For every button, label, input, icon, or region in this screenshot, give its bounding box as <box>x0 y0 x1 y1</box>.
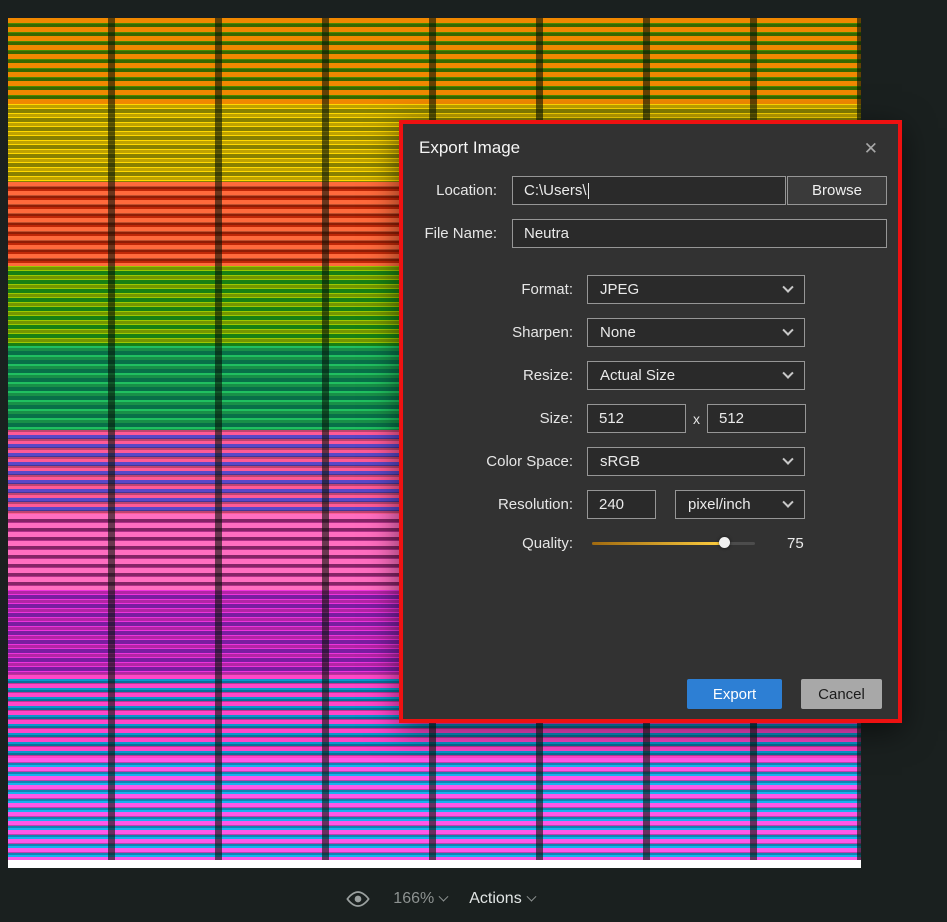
bottom-toolbar: 166% Actions <box>0 876 880 922</box>
text-caret <box>587 182 589 199</box>
file-name-input[interactable]: Neutra <box>512 219 887 248</box>
sharpen-label: Sharpen: <box>512 324 573 341</box>
export-form: Location: C:\Users\ Browse File Name: Ne… <box>403 166 898 553</box>
quality-slider[interactable] <box>592 533 755 553</box>
chevron-down-icon <box>438 891 449 902</box>
format-value: JPEG <box>600 281 640 298</box>
size-label: Size: <box>539 410 573 427</box>
dialog-buttons: Export Cancel <box>687 679 882 709</box>
color-space-value: sRGB <box>600 453 641 470</box>
resize-value: Actual Size <box>600 367 676 384</box>
format-label: Format: <box>521 281 573 298</box>
chevron-down-icon <box>782 367 794 379</box>
actions-label: Actions <box>469 890 522 907</box>
location-label: Location: <box>436 182 497 199</box>
chevron-down-icon <box>782 453 794 465</box>
close-icon[interactable]: ✕ <box>860 138 882 159</box>
zoom-control[interactable]: 166% <box>393 890 449 908</box>
resolution-label: Resolution: <box>497 496 573 513</box>
color-space-label: Color Space: <box>486 453 573 470</box>
sharpen-dropdown[interactable]: None <box>587 318 805 347</box>
zoom-level: 166% <box>393 890 435 907</box>
dialog-title: Export Image <box>419 138 521 157</box>
location-input[interactable]: C:\Users\ <box>512 176 786 205</box>
quality-label: Quality: <box>522 534 573 552</box>
export-button[interactable]: Export <box>687 679 782 709</box>
chevron-down-icon <box>782 496 794 508</box>
export-dialog: Export Image ✕ Location: C:\Users\ Brows… <box>399 120 902 723</box>
color-space-row: Color Space: sRGB <box>403 447 898 476</box>
format-row: Format: JPEG <box>403 275 898 304</box>
actions-menu[interactable]: Actions <box>469 890 537 908</box>
resolution-row: Resolution: pixel/inch <box>403 490 898 519</box>
chevron-down-icon <box>782 324 794 336</box>
chevron-down-icon <box>526 891 537 902</box>
preview-eye-icon[interactable] <box>345 890 371 908</box>
resolution-input[interactable] <box>587 490 656 519</box>
file-name-value: Neutra <box>524 225 570 242</box>
slider-fill <box>592 542 725 545</box>
color-space-dropdown[interactable]: sRGB <box>587 447 805 476</box>
size-height-input[interactable] <box>707 404 806 433</box>
resolution-unit-value: pixel/inch <box>688 496 751 513</box>
size-row: Size: x <box>403 404 898 433</box>
location-value: C:\Users\ <box>524 182 587 199</box>
format-dropdown[interactable]: JPEG <box>587 275 805 304</box>
file-name-row: File Name: Neutra <box>403 219 898 248</box>
quality-row: Quality: 75 <box>403 533 898 553</box>
cancel-button[interactable]: Cancel <box>801 679 882 709</box>
image-bottom-strip <box>8 860 861 868</box>
resize-dropdown[interactable]: Actual Size <box>587 361 805 390</box>
slider-thumb[interactable] <box>719 537 731 548</box>
location-row: Location: C:\Users\ Browse <box>403 176 898 205</box>
chevron-down-icon <box>782 281 794 293</box>
size-separator: x <box>693 410 700 427</box>
dialog-header: Export Image ✕ <box>403 124 898 166</box>
resize-label: Resize: <box>522 367 573 384</box>
file-name-label: File Name: <box>424 225 497 242</box>
size-width-input[interactable] <box>587 404 686 433</box>
resolution-unit-dropdown[interactable]: pixel/inch <box>675 490 805 519</box>
sharpen-value: None <box>600 324 636 341</box>
sharpen-row: Sharpen: None <box>403 318 898 347</box>
eye-icon <box>346 891 370 907</box>
app-window: Export Image ✕ Location: C:\Users\ Brows… <box>0 0 947 922</box>
resize-row: Resize: Actual Size <box>403 361 898 390</box>
quality-value: 75 <box>787 534 804 552</box>
browse-button[interactable]: Browse <box>787 176 887 205</box>
